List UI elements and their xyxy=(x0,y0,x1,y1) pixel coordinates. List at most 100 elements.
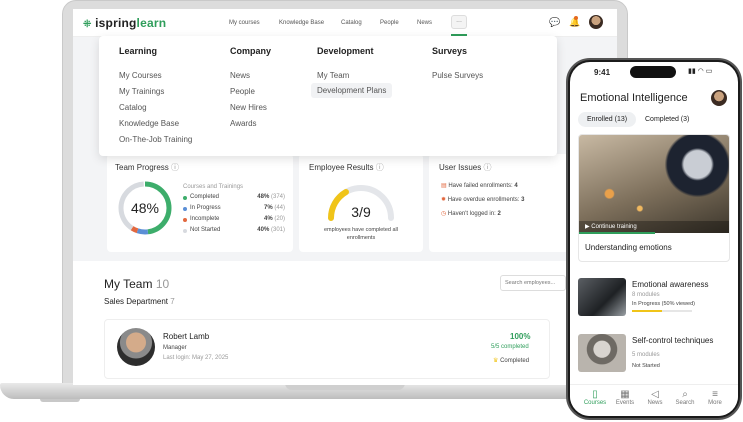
menu-item-on-the-job-training[interactable]: On-The-Job Training xyxy=(119,135,192,144)
menu-item-new-hires[interactable]: New Hires xyxy=(230,103,267,112)
course-list-item[interactable]: Self-control techniques 5 modules Not St… xyxy=(578,332,730,380)
laptop-screen: ⁜ ispringlearn My courses Knowledge Base… xyxy=(73,9,617,385)
menu-heading-development: Development xyxy=(317,46,374,56)
employee-results-caption: employees have completed all enrollments xyxy=(324,227,398,241)
menu-item-news[interactable]: News xyxy=(230,71,250,80)
menu-item-development-plans[interactable]: Development Plans xyxy=(311,83,393,98)
in-progress-dot xyxy=(183,207,187,211)
team-progress-title: Team Progress ⓘ xyxy=(115,163,180,172)
user-issues-card: User Issues ⓘ ▤ Have failed enrollments:… xyxy=(429,154,569,252)
course-progress-fill xyxy=(632,310,662,312)
menu-item-my-trainings[interactable]: My Trainings xyxy=(119,87,164,96)
course-title: Self-control techniques xyxy=(632,336,714,345)
tab-news[interactable]: ◁ News xyxy=(640,389,670,406)
legend-row: Not Started 40% (301) xyxy=(183,227,285,238)
user-issues-title: User Issues ⓘ xyxy=(439,163,492,172)
employee-results-card: Employee Results ⓘ 3/9 employees have co… xyxy=(299,154,423,252)
legend-row: Completed 48% (374) xyxy=(183,194,285,205)
battery-icon: ▭ xyxy=(705,68,713,75)
team-member-row[interactable]: Robert Lamb Manager Last login: May 27, … xyxy=(104,319,550,379)
fire-icon: ✹ xyxy=(441,197,447,203)
info-icon: ⓘ xyxy=(483,163,492,172)
not-started-dot xyxy=(183,229,187,233)
nav-more-button[interactable]: ... xyxy=(451,15,467,29)
signal-icon: ▮▮ xyxy=(688,68,696,75)
issue-row[interactable]: ✹ Have overdue enrollments: 3 xyxy=(441,196,524,203)
user-avatar[interactable] xyxy=(589,15,603,29)
team-progress-card: Team Progress ⓘ 48% Courses and Training… xyxy=(107,154,293,252)
tab-more[interactable]: ≡ More xyxy=(700,389,730,406)
member-completed-count: 5/5 completed xyxy=(491,344,529,350)
member-percent: 100% xyxy=(510,332,531,341)
legend-list: Completed 48% (374) In Progress 7% (44) In… xyxy=(183,194,285,238)
info-icon: ⓘ xyxy=(375,163,384,172)
info-icon: ⓘ xyxy=(171,163,180,172)
tab-courses[interactable]: ▯ Courses xyxy=(580,389,610,406)
menu-item-people[interactable]: People xyxy=(230,87,255,96)
phone-screen: 9:41 ▮▮ ◠ ▭ Emotional Intelligence Enrol… xyxy=(570,62,738,416)
search-icon: ⌕ xyxy=(682,389,688,400)
course-modules: 8 modules xyxy=(632,292,660,298)
hero-course-card[interactable]: ▶ Continue training Understanding emotio… xyxy=(578,134,730,262)
logo[interactable]: ⁜ ispringlearn xyxy=(83,16,166,30)
continue-training-button[interactable]: ▶ Continue training xyxy=(585,223,637,230)
menu-heading-surveys: Surveys xyxy=(432,46,468,56)
member-avatar xyxy=(117,328,155,366)
menu-item-pulse-surveys[interactable]: Pulse Surveys xyxy=(432,71,483,80)
employee-results-value: 3/9 xyxy=(351,204,371,220)
trophy-icon: ♛ xyxy=(493,358,499,364)
phone-avatar[interactable] xyxy=(711,90,727,106)
member-name[interactable]: Robert Lamb xyxy=(163,332,209,341)
team-progress-donut: 48% xyxy=(118,181,172,235)
nav-my-courses[interactable]: My courses xyxy=(229,20,260,26)
menu-icon: ≡ xyxy=(712,389,718,400)
logo-suffix: learn xyxy=(136,16,167,30)
nav-people[interactable]: People xyxy=(380,20,399,26)
dynamic-island xyxy=(630,66,676,78)
member-last-login: Last login: May 27, 2025 xyxy=(163,355,229,361)
search-employees-input[interactable] xyxy=(500,275,566,291)
issue-row[interactable]: ▤ Have failed enrollments: 4 xyxy=(441,182,518,189)
calendar-icon: ▦ xyxy=(620,389,630,400)
hero-course-title: Understanding emotions xyxy=(585,243,672,252)
clock-icon: ◷ xyxy=(441,211,447,217)
megaphone-icon: ◁ xyxy=(651,389,659,400)
chat-icon[interactable]: 💬 xyxy=(549,17,560,28)
play-icon: ▶ xyxy=(585,224,590,230)
clipboard-icon: ▤ xyxy=(441,183,447,189)
course-list-item[interactable]: Emotional awareness 8 modules In Progres… xyxy=(578,276,730,324)
tab-search[interactable]: ⌕ Search xyxy=(670,389,700,406)
hero-progress-bar xyxy=(579,232,655,234)
my-team-section: My Team 10 Sales Department 7 Robert Lam… xyxy=(73,261,617,385)
menu-item-awards[interactable]: Awards xyxy=(230,119,257,128)
completed-dot xyxy=(183,196,187,200)
member-role: Manager xyxy=(163,345,187,351)
tab-events[interactable]: ▦ Events xyxy=(610,389,640,406)
status-time: 9:41 xyxy=(594,68,611,77)
nav-knowledge-base[interactable]: Knowledge Base xyxy=(279,20,324,26)
tab-enrolled[interactable]: Enrolled (13) xyxy=(578,112,637,127)
menu-item-knowledge-base[interactable]: Knowledge Base xyxy=(119,119,179,128)
member-status: ♛ Completed xyxy=(493,358,530,364)
status-icons: ▮▮ ◠ ▭ xyxy=(688,67,712,75)
menu-heading-learning: Learning xyxy=(119,46,158,56)
tab-completed[interactable]: Completed (3) xyxy=(636,112,698,127)
app-header: ⁜ ispringlearn My courses Knowledge Base… xyxy=(73,9,617,37)
menu-item-catalog[interactable]: Catalog xyxy=(119,103,147,112)
hero-image xyxy=(579,135,729,233)
menu-item-my-team[interactable]: My Team xyxy=(317,71,349,80)
phone-page-title: Emotional Intelligence xyxy=(580,92,688,104)
logo-mark-icon: ⁜ xyxy=(83,19,92,30)
menu-heading-company: Company xyxy=(230,46,272,56)
menu-item-my-courses[interactable]: My Courses xyxy=(119,71,162,80)
nav-catalog[interactable]: Catalog xyxy=(341,20,362,26)
legend-row: Incomplete 4% (20) xyxy=(183,216,285,227)
course-progress-track xyxy=(632,310,692,312)
nav-news[interactable]: News xyxy=(417,20,432,26)
course-status: In Progress (50% viewed) xyxy=(632,301,695,307)
book-icon: ▯ xyxy=(592,389,598,400)
laptop-foot xyxy=(40,399,80,402)
course-thumbnail xyxy=(578,334,626,372)
issue-row[interactable]: ◷ Haven't logged in: 2 xyxy=(441,210,501,217)
mega-menu: Learning My Courses My Trainings Catalog… xyxy=(99,36,557,156)
